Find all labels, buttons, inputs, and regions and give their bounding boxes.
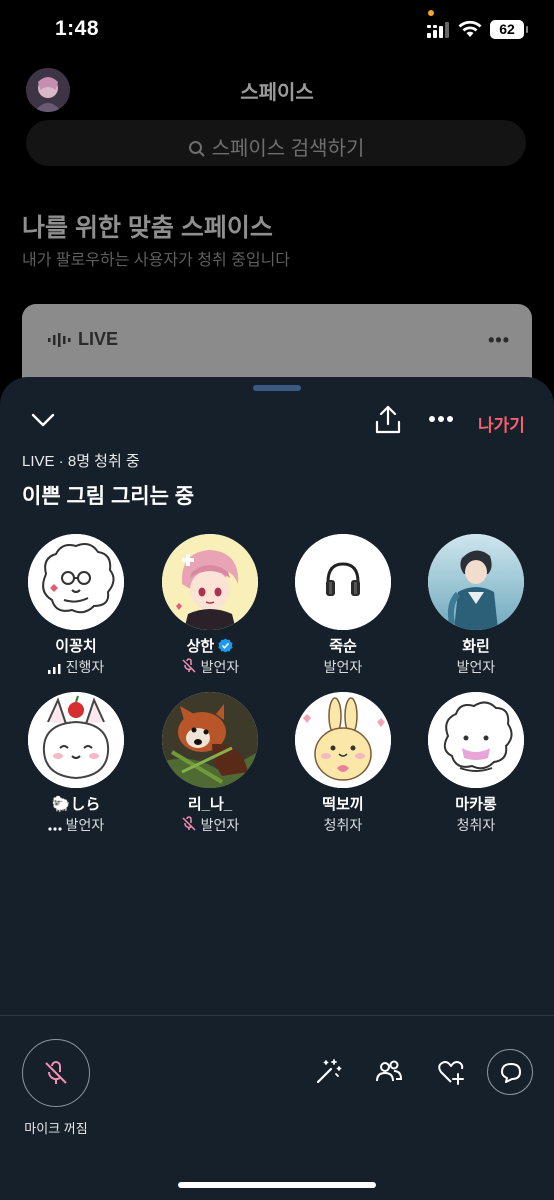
participant-name: 이꽁치 (55, 638, 97, 655)
chevron-down-icon[interactable] (30, 407, 56, 433)
status-bar: 1:48 62 (0, 0, 554, 60)
speaking-bars-icon (47, 664, 61, 674)
avatar[interactable] (295, 534, 391, 630)
people-icon[interactable] (374, 1057, 404, 1087)
section-subheading: 내가 팔로우하는 사용자가 청취 중입니다 (22, 252, 291, 269)
participant-role: 발언자 (143, 658, 277, 676)
participant-speaker[interactable]: 화린 발언자 (409, 534, 543, 676)
participant-role: 청취자 (323, 817, 363, 833)
participant-speaker[interactable]: 상한 발언자 (143, 534, 277, 676)
space-title: 이쁜 그림 그리는 중 (22, 485, 195, 508)
participant-role: 발언자 (323, 659, 363, 675)
participant-name: 화린 (462, 638, 490, 655)
participant-name: 리_나_ (187, 796, 233, 813)
participant-speaker[interactable]: 리_나_ 발언자 (143, 692, 277, 834)
avatar[interactable] (28, 692, 124, 788)
live-listener-count: LIVE · 8명 청취 중 (22, 453, 140, 470)
participant-speaker[interactable]: 죽순 발언자 (276, 534, 410, 676)
avatar[interactable] (428, 692, 524, 788)
controls-divider (0, 1015, 554, 1016)
participant-role: 진행자 (9, 658, 143, 676)
participant-role: 청취자 (456, 817, 496, 833)
participant-listener[interactable]: 마카롱 청취자 (409, 692, 543, 834)
chat-bubble-icon (501, 1063, 521, 1083)
section-heading: 나를 위한 맞춤 스페이스 (22, 214, 273, 242)
battery-indicator: 62 (490, 20, 528, 39)
mic-status-label: 마이크 꺼짐 (24, 1121, 88, 1136)
more-icon[interactable] (428, 415, 454, 423)
heart-add-icon[interactable] (436, 1057, 466, 1087)
leave-button[interactable]: 나가기 (478, 411, 525, 436)
status-time: 1:48 (55, 17, 100, 40)
dots-icon (48, 827, 62, 831)
space-sheet: 나가기 LIVE · 8명 청취 중 이쁜 그림 그리는 중 이꽁치 진행자 상… (0, 377, 554, 1200)
home-indicator[interactable] (178, 1182, 376, 1188)
avatar[interactable] (28, 534, 124, 630)
background-spaces-page: 스페이스 스페이스 검색하기 나를 위한 맞춤 스페이스 내가 팔로우하는 사용… (0, 60, 554, 404)
avatar[interactable] (428, 534, 524, 630)
participant-name: 상한 (143, 638, 277, 656)
participant-role: 발언자 (9, 816, 143, 834)
share-icon[interactable] (374, 405, 402, 435)
search-placeholder: 스페이스 검색하기 (211, 138, 365, 160)
participant-name: 죽순 (329, 638, 357, 655)
participant-name: 🐑しら (51, 796, 101, 813)
participant-name: 마카롱 (455, 796, 497, 813)
participant-host[interactable]: 이꽁치 진행자 (9, 534, 143, 676)
mic-off-icon (182, 658, 196, 673)
audio-wave-icon (48, 333, 71, 347)
mic-off-icon (45, 1061, 67, 1084)
live-badge: LIVE (48, 329, 118, 350)
participant-name: 떡보끼 (322, 796, 364, 813)
wifi-icon (458, 20, 482, 37)
comments-button[interactable] (487, 1049, 533, 1095)
mic-toggle-button[interactable] (22, 1039, 90, 1107)
magic-wand-icon[interactable] (313, 1057, 343, 1087)
avatar[interactable] (162, 534, 258, 630)
participant-role: 발언자 (143, 816, 277, 834)
page-title: 스페이스 (240, 82, 314, 104)
sheep-emoji: 🐑 (51, 796, 71, 813)
search-icon (188, 141, 205, 157)
card-more-icon[interactable]: ••• (488, 330, 510, 351)
participant-role: 발언자 (456, 659, 496, 675)
avatar[interactable] (295, 692, 391, 788)
verified-badge-icon (218, 638, 233, 653)
avatar[interactable] (162, 692, 258, 788)
participant-listener[interactable]: 떡보끼 청취자 (276, 692, 410, 834)
sheet-grabber[interactable] (253, 385, 301, 391)
participant-speaker[interactable]: 🐑しら 발언자 (9, 692, 143, 834)
search-bar[interactable]: 스페이스 검색하기 (26, 120, 526, 166)
privacy-indicator-dot (428, 10, 434, 16)
cellular-signal-icon (427, 22, 449, 38)
mic-off-icon (182, 816, 196, 831)
